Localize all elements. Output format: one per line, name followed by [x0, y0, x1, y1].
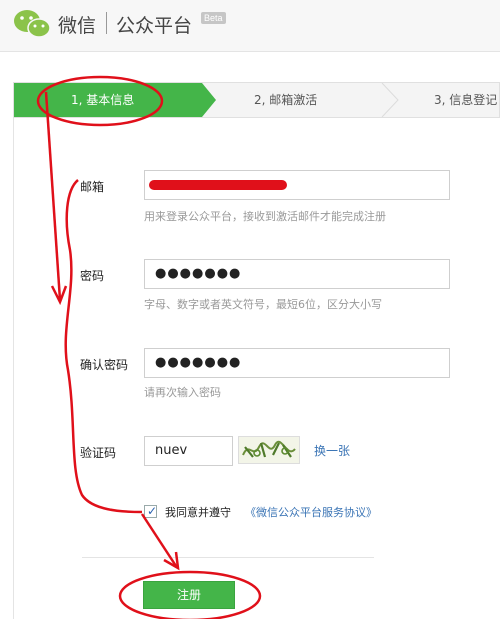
- service-agreement-link[interactable]: 《微信公众平台服务协议》: [245, 504, 377, 520]
- active-step-arrow: [202, 83, 216, 117]
- captcha-field[interactable]: nuev: [144, 436, 233, 466]
- step-basic-info: 1, 基本信息: [71, 93, 135, 107]
- confirm-password-hint: 请再次输入密码: [144, 386, 221, 399]
- agreement-checkbox[interactable]: ✓: [144, 504, 158, 518]
- form-divider: [82, 557, 374, 558]
- checkmark-icon: ✓: [147, 504, 158, 518]
- panel-border: [13, 118, 14, 619]
- annotation-arrow-head-1: [50, 285, 68, 306]
- wechat-logo-icon: [14, 10, 51, 38]
- captcha-value: nuev: [155, 443, 188, 458]
- brand-divider: [106, 12, 107, 34]
- annotation-curve-fields: [64, 179, 143, 514]
- register-button[interactable]: 注册: [143, 581, 235, 609]
- email-hint: 用来登录公众平台，接收到激活邮件才能完成注册: [144, 210, 386, 223]
- step-separator-icon: [381, 83, 399, 117]
- confirm-password-field[interactable]: ●●●●●●●: [144, 348, 450, 378]
- captcha-image[interactable]: [238, 436, 300, 464]
- email-field[interactable]: [144, 170, 450, 200]
- annotation-arrow-head-2: [163, 551, 180, 571]
- step-email-activation: 2, 邮箱激活: [254, 93, 318, 107]
- product-name: 公众平台: [116, 15, 193, 37]
- password-field[interactable]: ●●●●●●●: [144, 259, 450, 289]
- beta-badge: Beta: [201, 12, 226, 24]
- annotation-arrow-to-submit: [140, 513, 178, 567]
- agreement-text: 我同意并遵守: [165, 506, 231, 519]
- top-bar: 微信 公众平台 Beta: [0, 0, 500, 52]
- email-redaction-mark: [149, 180, 287, 190]
- password-hint: 字母、数字或者英文符号，最短6位，区分大小写: [144, 298, 382, 311]
- confirm-password-value: ●●●●●●●: [155, 355, 242, 370]
- registration-steps: 1, 基本信息 2, 邮箱激活 3, 信息登记: [13, 82, 500, 118]
- email-label: 邮箱: [80, 180, 105, 194]
- annotation-arrow-down: [44, 91, 62, 301]
- password-value: ●●●●●●●: [155, 266, 242, 281]
- captcha-graphic: [242, 440, 296, 458]
- password-label: 密码: [80, 269, 105, 283]
- captcha-label: 验证码: [80, 446, 117, 460]
- confirm-password-label: 确认密码: [80, 358, 129, 372]
- refresh-captcha-link[interactable]: 换一张: [314, 442, 350, 459]
- brand-name: 微信: [58, 15, 97, 37]
- step-info-registration: 3, 信息登记: [434, 93, 498, 107]
